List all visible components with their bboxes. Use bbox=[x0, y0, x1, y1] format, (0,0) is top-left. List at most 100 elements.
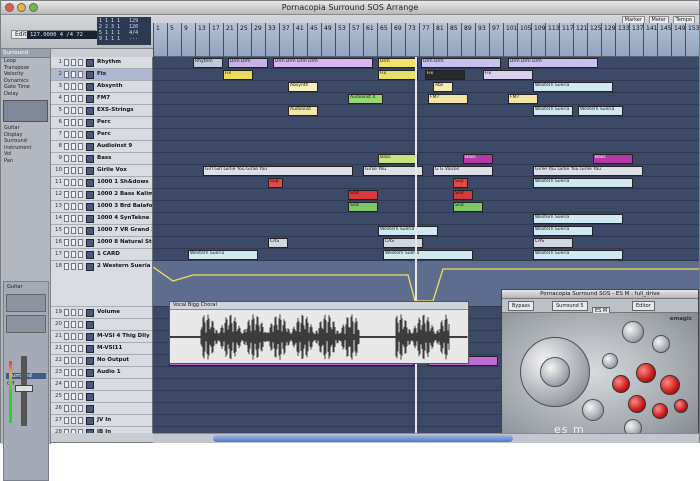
record-button[interactable] bbox=[78, 179, 83, 186]
midi-region[interactable]: Girl Girl Girlie You Girlie You bbox=[203, 166, 353, 176]
mute-button[interactable] bbox=[64, 95, 69, 102]
midi-region[interactable]: Bass bbox=[378, 154, 418, 164]
track-lane[interactable] bbox=[153, 237, 699, 249]
mute-button[interactable] bbox=[64, 107, 69, 114]
solo-button[interactable] bbox=[71, 203, 76, 210]
mute-button[interactable] bbox=[64, 239, 69, 246]
track-header[interactable]: 15 1000 7 VR Grand 2 bbox=[51, 225, 152, 237]
solo-button[interactable] bbox=[71, 357, 76, 364]
midi-region[interactable]: Absynth bbox=[288, 82, 318, 92]
solo-button[interactable] bbox=[71, 321, 76, 328]
midi-region[interactable]: Sup bbox=[268, 178, 283, 188]
solo-button[interactable] bbox=[71, 83, 76, 90]
track-name[interactable]: M-VSI11 bbox=[97, 345, 122, 351]
track-header[interactable]: 1 Rhythm bbox=[51, 57, 152, 69]
solo-button[interactable] bbox=[71, 131, 76, 138]
mute-button[interactable] bbox=[64, 179, 69, 186]
solo-button[interactable] bbox=[71, 59, 76, 66]
solo-button[interactable] bbox=[71, 429, 76, 433]
midi-region[interactable]: Fix bbox=[425, 70, 465, 80]
track-name[interactable]: Perc bbox=[97, 131, 111, 137]
track-name[interactable]: JB In bbox=[97, 429, 111, 433]
record-button[interactable] bbox=[78, 369, 83, 376]
sustain-knob[interactable] bbox=[660, 375, 680, 395]
inspector-item[interactable]: Delay bbox=[1, 91, 50, 98]
solo-button[interactable] bbox=[71, 215, 76, 222]
audio-region-editor[interactable]: Vocal Bigg Choral bbox=[169, 301, 469, 364]
midi-region[interactable]: Abs bbox=[433, 82, 453, 92]
midi-region[interactable]: Audioinst bbox=[288, 106, 318, 116]
mute-button[interactable] bbox=[64, 429, 69, 433]
record-button[interactable] bbox=[78, 357, 83, 364]
midi-region[interactable]: Drm Drm bbox=[228, 58, 268, 68]
track-name[interactable]: 1000 2 Bass Kalimb bbox=[97, 191, 152, 197]
midi-region[interactable]: Western Sueria bbox=[533, 226, 593, 236]
track-header[interactable]: 16 1000 8 Natural Str bbox=[51, 237, 152, 249]
track-name[interactable]: Audioinst 9 bbox=[97, 143, 132, 149]
track-lane[interactable] bbox=[153, 141, 699, 153]
track-lane[interactable] bbox=[153, 129, 699, 141]
env-knob[interactable] bbox=[602, 353, 618, 369]
solo-button[interactable] bbox=[71, 95, 76, 102]
mute-button[interactable] bbox=[64, 333, 69, 340]
track-name[interactable]: Bass bbox=[97, 155, 111, 161]
track-lane[interactable] bbox=[153, 117, 699, 129]
track-lane[interactable] bbox=[153, 189, 699, 201]
record-button[interactable] bbox=[78, 405, 83, 412]
track-name[interactable]: Absynth bbox=[97, 83, 123, 89]
record-button[interactable] bbox=[78, 345, 83, 352]
midi-region[interactable]: Girlie You bbox=[363, 166, 423, 176]
record-button[interactable] bbox=[78, 59, 83, 66]
mute-button[interactable] bbox=[64, 263, 69, 270]
midi-region[interactable]: Fix bbox=[378, 70, 418, 80]
record-button[interactable] bbox=[78, 167, 83, 174]
solo-button[interactable] bbox=[71, 417, 76, 424]
track-header[interactable]: 20 bbox=[51, 319, 152, 331]
midi-region[interactable]: Fix bbox=[223, 70, 253, 80]
midi-region[interactable]: Snd bbox=[453, 202, 483, 212]
midi-region[interactable]: Rhythm bbox=[193, 58, 223, 68]
mute-button[interactable] bbox=[64, 131, 69, 138]
record-button[interactable] bbox=[78, 95, 83, 102]
record-button[interactable] bbox=[78, 381, 83, 388]
solo-button[interactable] bbox=[71, 179, 76, 186]
midi-region[interactable]: Drm Drm Drm bbox=[508, 58, 598, 68]
track-header[interactable]: 8 Audioinst 9 bbox=[51, 141, 152, 153]
solo-button[interactable] bbox=[71, 107, 76, 114]
mute-button[interactable] bbox=[64, 203, 69, 210]
track-header[interactable]: 17 1 CARD bbox=[51, 249, 152, 261]
record-button[interactable] bbox=[78, 119, 83, 126]
mute-button[interactable] bbox=[64, 215, 69, 222]
solo-button[interactable] bbox=[71, 405, 76, 412]
solo-button[interactable] bbox=[71, 143, 76, 150]
mute-button[interactable] bbox=[64, 155, 69, 162]
track-name[interactable]: 1 CARD bbox=[97, 251, 120, 257]
track-header[interactable]: 26 bbox=[51, 403, 152, 415]
cutoff-knob-cap[interactable] bbox=[540, 357, 570, 387]
solo-button[interactable] bbox=[71, 251, 76, 258]
track-header[interactable]: 12 1000 2 Bass Kalimb bbox=[51, 189, 152, 201]
solo-button[interactable] bbox=[71, 239, 76, 246]
track-name[interactable]: Girlie Vox bbox=[97, 167, 127, 173]
track-name[interactable]: 1000 1 Sh&dows bbox=[97, 179, 149, 185]
record-button[interactable] bbox=[78, 263, 83, 270]
track-header[interactable]: 3 Absynth bbox=[51, 81, 152, 93]
midi-region[interactable]: CAS bbox=[533, 238, 573, 248]
midi-region[interactable]: CAS bbox=[268, 238, 288, 248]
track-name[interactable]: Rhythm bbox=[97, 59, 121, 65]
solo-button[interactable] bbox=[71, 227, 76, 234]
midi-region[interactable]: CAS bbox=[383, 238, 423, 248]
title-bar[interactable]: Pornacopia Surround SOS Arrange bbox=[1, 1, 699, 15]
record-button[interactable] bbox=[78, 143, 83, 150]
record-button[interactable] bbox=[78, 239, 83, 246]
track-name[interactable]: M-VSI 4 Thig Dlly bbox=[97, 333, 150, 339]
track-header[interactable]: 18 2 Western Sueria bbox=[51, 261, 152, 307]
mute-button[interactable] bbox=[64, 119, 69, 126]
track-name[interactable]: Fix bbox=[97, 71, 106, 77]
send-slots[interactable] bbox=[6, 314, 46, 333]
track-name[interactable]: Perc bbox=[97, 119, 111, 125]
record-button[interactable] bbox=[78, 107, 83, 114]
midi-region[interactable]: Western Sueria bbox=[533, 214, 623, 224]
midi-region[interactable]: FM7 bbox=[508, 94, 538, 104]
record-button[interactable] bbox=[78, 215, 83, 222]
